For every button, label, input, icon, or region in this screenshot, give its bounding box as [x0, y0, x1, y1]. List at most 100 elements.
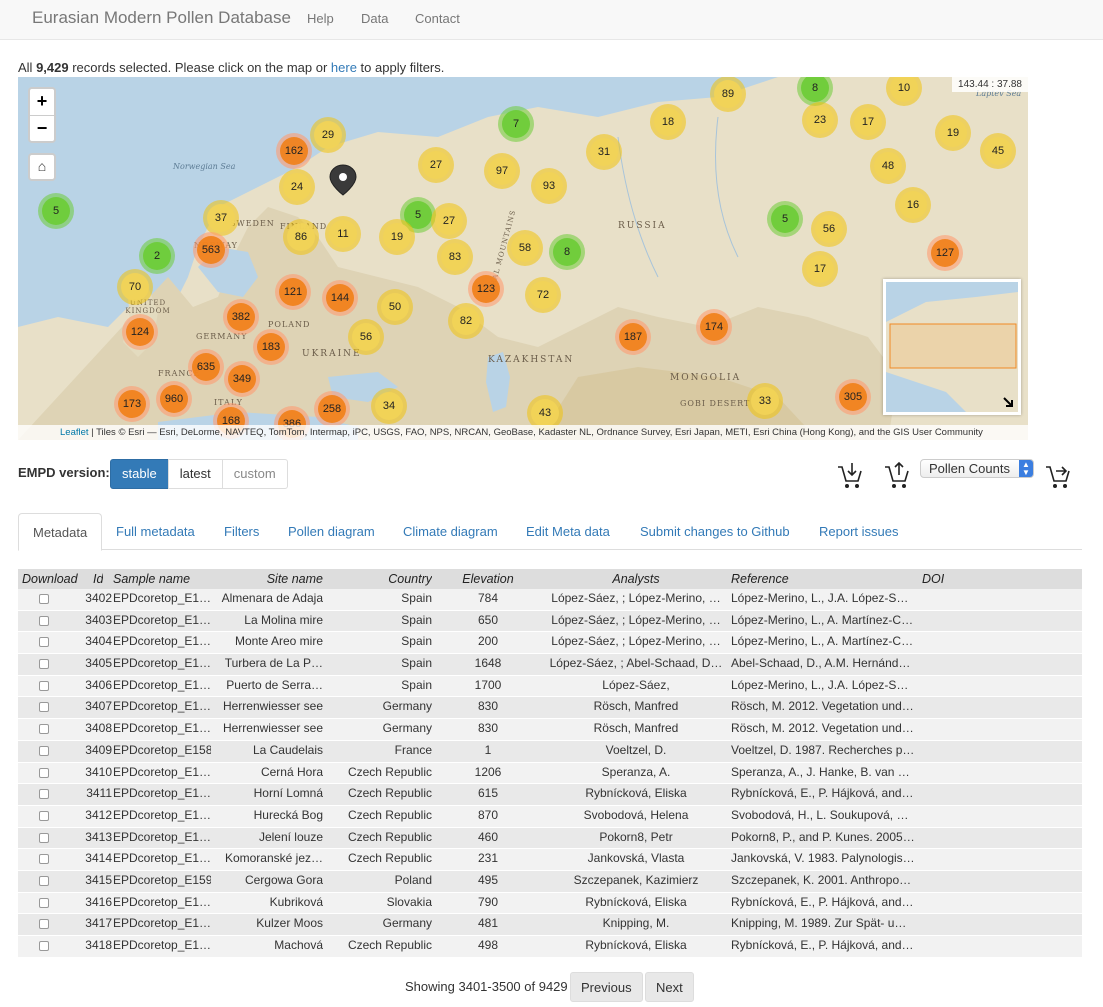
map-cluster[interactable]: 124 — [122, 314, 158, 350]
table-row[interactable]: 3405 EPDcoretop_E1… Turbera de La P… Spain 1… — [18, 654, 1082, 676]
map-cluster[interactable]: 24 — [279, 169, 315, 205]
table-row[interactable]: 3417 EPDcoretop_E1… Kulzer Moos Germany 481 K… — [18, 914, 1082, 936]
map-cluster[interactable]: 93 — [531, 168, 567, 204]
map-cluster[interactable]: 50 — [377, 289, 413, 325]
table-row[interactable]: 3410 EPDcoretop_E1… Cerná Hora Czech Republ… — [18, 762, 1082, 785]
map-cluster[interactable]: 27 — [431, 203, 467, 239]
download-checkbox[interactable] — [39, 875, 49, 886]
map-cluster[interactable]: 86 — [283, 219, 319, 255]
zoom-out-button[interactable]: − — [30, 115, 54, 141]
download-checkbox[interactable] — [39, 854, 49, 865]
cart-upload-icon[interactable] — [883, 461, 911, 491]
map-cluster[interactable]: 8 — [549, 234, 585, 270]
map-cluster[interactable]: 635 — [188, 349, 224, 385]
col-elevation[interactable]: Elevation — [438, 572, 538, 586]
col-sample-name[interactable]: Sample name — [113, 572, 190, 586]
table-row[interactable]: 3403 EPDcoretop_E1… La Molina mire Spain 650… — [18, 610, 1082, 633]
map-cluster[interactable]: 174 — [696, 309, 732, 345]
map-cluster[interactable]: 89 — [710, 77, 746, 112]
download-checkbox[interactable] — [39, 897, 49, 908]
map-cluster[interactable]: 121 — [275, 274, 311, 310]
download-checkbox[interactable] — [39, 767, 49, 778]
table-row[interactable]: 3402 EPDcoretop_E1… Almenara de Adaja Spain… — [18, 589, 1082, 611]
map-cluster[interactable]: 56 — [811, 211, 847, 247]
map-cluster[interactable]: 349 — [224, 361, 260, 397]
table-row[interactable]: 3413 EPDcoretop_E1… Jelení louze Czech Repu… — [18, 827, 1082, 850]
download-checkbox[interactable] — [39, 659, 49, 670]
map-cluster[interactable]: 173 — [114, 386, 150, 422]
map-cluster[interactable]: 17 — [850, 104, 886, 140]
version-latest-button[interactable]: latest — [167, 459, 223, 489]
col-analysts[interactable]: Analysts — [542, 572, 730, 586]
table-row[interactable]: 3409 EPDcoretop_E158 La Caudelais France 1 Vo… — [18, 740, 1082, 763]
tab-full-metadata[interactable]: Full metadata — [102, 513, 209, 550]
col-reference[interactable]: Reference — [731, 572, 789, 586]
map-cluster[interactable]: 144 — [322, 280, 358, 316]
map-cluster[interactable]: 183 — [253, 329, 289, 365]
tab-report-issues[interactable]: Report issues — [805, 513, 912, 550]
col-doi[interactable]: DOI — [922, 572, 944, 586]
map-cluster[interactable]: 97 — [484, 153, 520, 189]
map-cluster[interactable]: 7 — [498, 106, 534, 142]
download-checkbox[interactable] — [39, 919, 49, 930]
download-checkbox[interactable] — [39, 594, 49, 604]
map-cluster[interactable]: 19 — [379, 219, 415, 255]
map-cluster[interactable]: 563 — [193, 232, 229, 268]
map-cluster[interactable]: 45 — [980, 133, 1016, 169]
download-checkbox[interactable] — [39, 941, 49, 951]
map-cluster[interactable]: 33 — [747, 383, 783, 419]
map-cluster[interactable]: 83 — [437, 239, 473, 275]
map-cluster[interactable]: 123 — [468, 271, 504, 307]
map-cluster[interactable]: 37 — [203, 200, 239, 236]
map-cluster[interactable]: 58 — [507, 230, 543, 266]
map-cluster[interactable]: 187 — [615, 319, 651, 355]
map-cluster[interactable]: 31 — [586, 134, 622, 170]
table-row[interactable]: 3404 EPDcoretop_E1… Monte Areo mire Spain 20… — [18, 632, 1082, 655]
table-row[interactable]: 3415 EPDcoretop_E159 Cergowa Gora Poland 495… — [18, 870, 1082, 893]
map-cluster[interactable]: 70 — [117, 269, 153, 305]
map-cluster[interactable]: 29 — [310, 117, 346, 153]
map-cluster[interactable]: 72 — [525, 277, 561, 313]
table-row[interactable]: 3412 EPDcoretop_E1… Hurecká Bog Czech Repub… — [18, 805, 1082, 828]
map-cluster[interactable]: 382 — [223, 299, 259, 335]
map-cluster[interactable]: 162 — [276, 133, 312, 169]
map-cluster[interactable]: 18 — [650, 104, 686, 140]
map-cluster[interactable]: 27 — [418, 147, 454, 183]
previous-button[interactable]: Previous — [570, 972, 643, 1002]
tab-climate-diagram[interactable]: Climate diagram — [389, 513, 512, 550]
map-cluster[interactable]: 2 — [139, 238, 175, 274]
download-checkbox[interactable] — [39, 615, 49, 626]
map-cluster[interactable]: 127 — [927, 235, 963, 271]
nav-contact[interactable]: Contact — [415, 11, 460, 26]
map-cluster[interactable]: 23 — [802, 102, 838, 138]
map-cluster[interactable]: 34 — [371, 388, 407, 424]
download-checkbox[interactable] — [39, 724, 49, 735]
cart-add-icon[interactable] — [1044, 461, 1072, 491]
tab-pollen-diagram[interactable]: Pollen diagram — [274, 513, 389, 550]
map-cluster[interactable]: 960 — [156, 381, 192, 417]
leaflet-link[interactable]: Leaflet — [60, 427, 89, 438]
download-checkbox[interactable] — [39, 832, 49, 843]
version-stable-button[interactable]: stable — [110, 459, 169, 489]
download-checkbox[interactable] — [39, 680, 49, 691]
map-cluster[interactable]: 305 — [835, 379, 871, 415]
map[interactable]: RUSSIA KAZAKHSTAN MONGOLIA UKRAINE GERMA… — [18, 77, 1028, 440]
zoom-in-button[interactable]: + — [30, 89, 54, 115]
tab-metadata[interactable]: Metadata — [18, 513, 103, 551]
map-cluster[interactable]: 82 — [448, 303, 484, 339]
download-checkbox[interactable] — [39, 810, 49, 821]
map-cluster[interactable]: 17 — [802, 251, 838, 287]
map-cluster[interactable]: 5 — [767, 201, 803, 237]
nav-data[interactable]: Data — [361, 11, 388, 26]
table-row[interactable]: 3408 EPDcoretop_E1… Herrenwiesser see Germa… — [18, 719, 1082, 741]
download-checkbox[interactable] — [39, 637, 49, 648]
map-cluster[interactable]: 56 — [348, 319, 384, 355]
map-cluster[interactable]: 16 — [895, 187, 931, 223]
version-custom-button[interactable]: custom — [221, 459, 288, 489]
table-row[interactable]: 3411 EPDcoretop_E1… Horní Lomná Czech Repub… — [18, 784, 1082, 806]
minimap[interactable] — [883, 279, 1021, 415]
download-checkbox[interactable] — [39, 702, 49, 713]
cart-download-icon[interactable] — [836, 461, 864, 491]
map-cluster[interactable]: 5 — [38, 193, 74, 229]
map-cluster[interactable]: 11 — [325, 216, 361, 252]
